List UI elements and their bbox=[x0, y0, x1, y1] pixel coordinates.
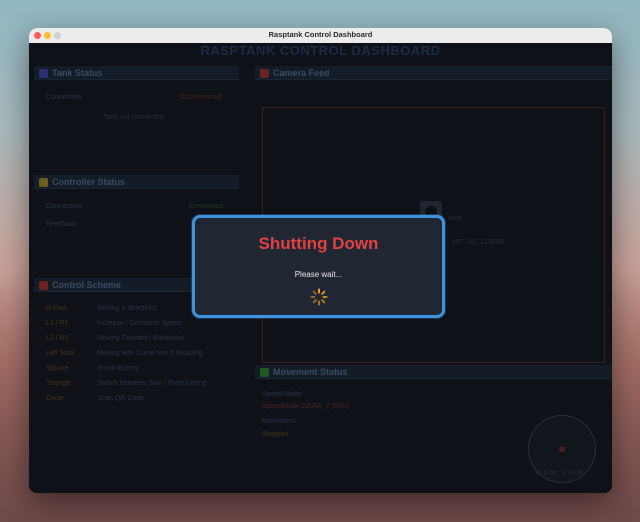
movement-icon bbox=[260, 368, 269, 377]
tank-connection-label: Connection: bbox=[46, 94, 84, 101]
joystick-position-dot bbox=[559, 446, 565, 452]
camera-feed-header: Camera Feed bbox=[255, 66, 612, 80]
tank-connection-value: Disconnected bbox=[179, 94, 222, 101]
tank-status-header: Tank Status bbox=[34, 66, 239, 80]
window-title: Rasptank Control Dashboard bbox=[268, 30, 373, 39]
tank-icon bbox=[39, 69, 48, 78]
camera-feed-text: feed bbox=[448, 215, 462, 222]
controller-icon bbox=[39, 178, 48, 187]
dialog-title: Shutting Down bbox=[258, 234, 379, 253]
scheme-desc: Increase / Decrease Speed bbox=[97, 320, 182, 327]
joystick-readout: X: 0.00, Y: 0.00 bbox=[535, 470, 583, 477]
speed-mode-label: Speed Mode: bbox=[262, 391, 304, 398]
scheme-desc: Switch between Spin / Pivot turning bbox=[97, 380, 207, 387]
shutdown-dialog: Shutting Down Please wait... bbox=[192, 215, 445, 318]
control-scheme-title: Control Scheme bbox=[52, 280, 122, 290]
camera-feed-title: Camera Feed bbox=[273, 68, 330, 78]
scheme-key: L1 / R1 bbox=[46, 320, 69, 327]
scheme-key: D-Pad bbox=[46, 305, 66, 312]
scheme-key: Triangle bbox=[46, 380, 72, 387]
scheme-key: Circle bbox=[46, 395, 64, 402]
loading-spinner-icon bbox=[310, 288, 328, 306]
scheme-desc: Moving 4 directions bbox=[97, 305, 158, 312]
controller-connection-value: Connected bbox=[189, 203, 223, 210]
movement-label: Movement: bbox=[262, 418, 297, 425]
movement-status-title: Movement Status bbox=[273, 367, 348, 377]
scheme-desc: Moving Forward / Backward bbox=[97, 335, 184, 342]
gamepad-icon bbox=[39, 281, 48, 290]
scheme-key: Square bbox=[46, 365, 69, 372]
controller-connection-label: Connection: bbox=[46, 203, 84, 210]
tank-status-message: Tank not connected bbox=[103, 114, 164, 121]
movement-value: Stopped bbox=[262, 431, 289, 438]
controller-feedback-label: Feedback: bbox=[46, 221, 79, 228]
camera-feed-address: .157.167.12:5000 bbox=[450, 239, 505, 246]
scheme-desc: Scan QR Code bbox=[97, 395, 145, 402]
scheme-desc: Moving with Curve turn if thrusting bbox=[97, 350, 203, 357]
movement-status-header: Movement Status bbox=[255, 365, 612, 379]
app-window: Rasptank Control Dashboard RASPTANK CONT… bbox=[29, 28, 612, 493]
speed-mode-value: SpeedMode.GEAR_3 (60%) bbox=[262, 403, 350, 410]
tank-status-title: Tank Status bbox=[52, 68, 103, 78]
controller-status-title: Controller Status bbox=[52, 177, 126, 187]
title-bar: Rasptank Control Dashboard bbox=[29, 28, 612, 44]
scheme-key: Left Stick bbox=[46, 350, 75, 357]
controller-status-header: Controller Status bbox=[34, 175, 239, 189]
dialog-message: Please wait... bbox=[294, 270, 343, 279]
app-title: RASPTANK CONTROL DASHBOARD bbox=[200, 43, 441, 58]
camera-icon bbox=[260, 69, 269, 78]
scheme-key: L2 / R2 bbox=[46, 335, 69, 342]
scheme-desc: Shoot Enemy bbox=[97, 365, 140, 372]
